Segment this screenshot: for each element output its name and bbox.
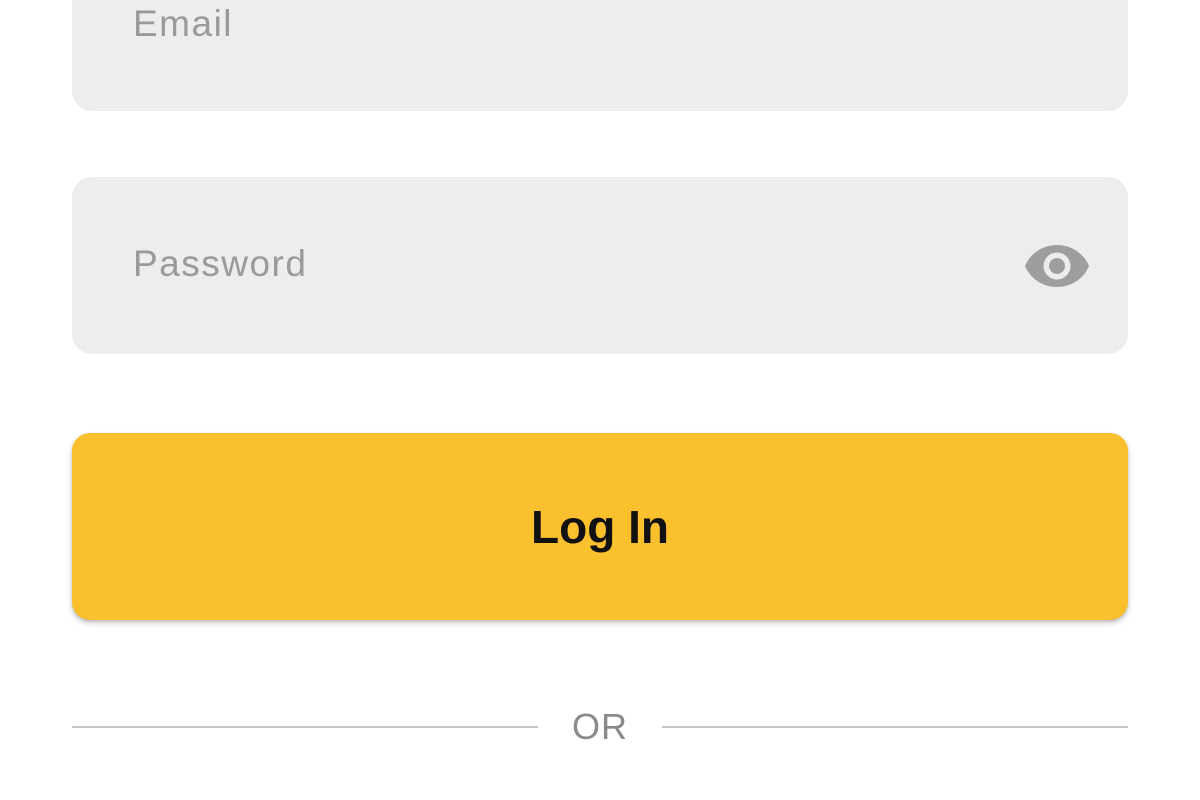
login-button-label: Log In — [531, 500, 669, 553]
email-placeholder: Email — [133, 3, 234, 44]
password-placeholder: Password — [133, 243, 308, 284]
login-button[interactable]: Log In — [72, 433, 1128, 620]
email-field[interactable]: Email — [72, 0, 1128, 111]
or-divider: OR — [72, 700, 1128, 756]
password-field[interactable]: Password — [72, 177, 1128, 354]
eye-icon[interactable] — [1024, 243, 1090, 289]
login-form: Email Password Log In OR — [0, 0, 1200, 800]
divider-line-right — [662, 726, 1128, 728]
